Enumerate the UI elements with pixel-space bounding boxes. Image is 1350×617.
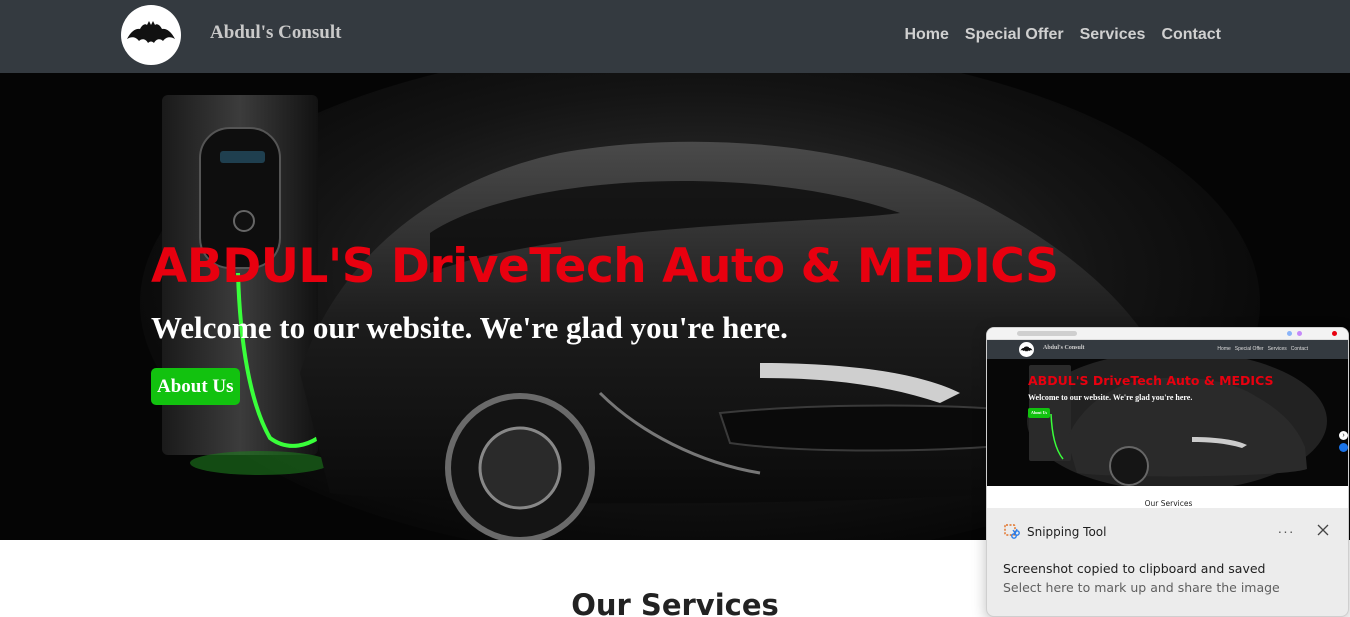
preview-title: ABDUL'S DriveTech Auto & MEDICS xyxy=(1028,373,1274,388)
preview-nav-contact: Contact xyxy=(1290,346,1308,352)
preview-side-icon xyxy=(1339,443,1348,452)
nav-link-home[interactable]: Home xyxy=(904,26,948,44)
about-us-button[interactable]: About Us xyxy=(151,368,240,405)
hero-title: ABDUL'S DriveTech Auto & MEDICS xyxy=(151,239,1059,294)
preview-nav: Home Special Offer Services Contact xyxy=(1217,346,1308,352)
preview-services-heading: Our Services xyxy=(1144,499,1193,508)
preview-nav-special-offer: Special Offer xyxy=(1234,346,1264,352)
notification-hint[interactable]: Select here to mark up and share the ima… xyxy=(1003,580,1280,595)
preview-navbar: Abdul's Consult Home Special Offer Servi… xyxy=(987,340,1348,359)
nav-link-services[interactable]: Services xyxy=(1080,26,1146,44)
preview-ext-icon xyxy=(1297,331,1302,336)
top-navbar: Abdul's Consult Home Special Offer Servi… xyxy=(0,0,1350,73)
nav-link-contact[interactable]: Contact xyxy=(1161,26,1221,44)
preview-browser-bar xyxy=(987,328,1348,340)
brand-name[interactable]: Abdul's Consult xyxy=(210,22,341,44)
preview-about-button: About Us xyxy=(1028,408,1050,418)
preview-profile-icon xyxy=(1332,331,1337,336)
snipping-tool-icon xyxy=(1004,524,1020,539)
more-icon[interactable]: ··· xyxy=(1275,521,1297,541)
preview-bat-logo-icon xyxy=(1019,342,1034,357)
bat-logo-icon[interactable] xyxy=(121,5,181,65)
hero-subtitle: Welcome to our website. We're glad you'r… xyxy=(151,310,788,345)
preview-chevron-right-icon: › xyxy=(1339,431,1348,440)
snipping-tool-notification[interactable]: Abdul's Consult Home Special Offer Servi… xyxy=(986,327,1349,617)
screenshot-preview[interactable]: Abdul's Consult Home Special Offer Servi… xyxy=(987,328,1348,508)
notification-message[interactable]: Screenshot copied to clipboard and saved xyxy=(1003,561,1266,576)
preview-ext-icon xyxy=(1287,331,1292,336)
main-nav: Home Special Offer Services Contact xyxy=(904,26,1221,44)
nav-link-special-offer[interactable]: Special Offer xyxy=(965,26,1064,44)
preview-nav-services: Services xyxy=(1267,346,1287,352)
preview-nav-home: Home xyxy=(1217,346,1231,352)
preview-url-bar xyxy=(1017,331,1077,336)
notification-app-name: Snipping Tool xyxy=(1027,525,1107,539)
close-icon[interactable] xyxy=(1313,520,1333,540)
preview-subtitle: Welcome to our website. We're glad you'r… xyxy=(1028,393,1193,402)
preview-brand: Abdul's Consult xyxy=(1043,345,1085,351)
